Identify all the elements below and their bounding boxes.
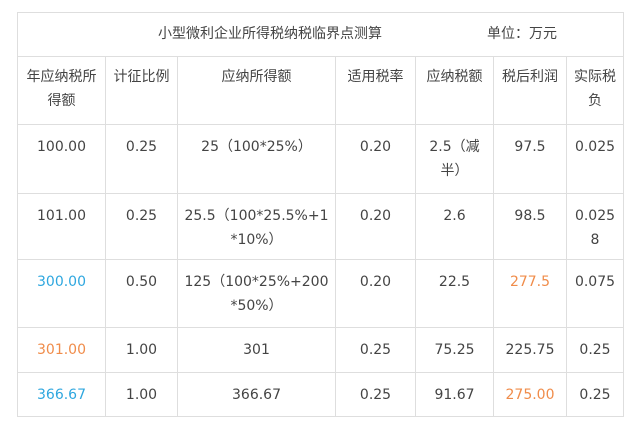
table-title-row: 小型微利企业所得税纳税临界点测算 单位：万元 bbox=[16, 12, 625, 57]
header-rate: 适用税率 bbox=[335, 56, 416, 125]
cell-ratio: 1.00 bbox=[105, 372, 178, 417]
header-taxable: 应纳所得额 bbox=[177, 56, 336, 125]
cell-income: 101.00 bbox=[17, 193, 106, 260]
table-row: 301.00 1.00 301 0.25 75.25 225.75 0.25 bbox=[17, 327, 625, 373]
header-burden: 实际税负 bbox=[565, 56, 625, 125]
table-unit: 单位：万元 bbox=[487, 26, 557, 42]
cell-taxable: 125（100*25%+200*50%） bbox=[177, 259, 336, 328]
header-tax: 应纳税额 bbox=[415, 56, 494, 125]
cell-ratio: 0.50 bbox=[105, 259, 178, 328]
cell-rate: 0.20 bbox=[335, 259, 416, 328]
cell-taxable: 366.67 bbox=[177, 372, 336, 417]
cell-burden: 0.075 bbox=[565, 259, 625, 328]
cell-profit: 97.5 bbox=[493, 124, 567, 194]
header-profit: 税后利润 bbox=[493, 56, 567, 125]
cell-burden: 0.25 bbox=[565, 372, 625, 417]
tax-threshold-table: 小型微利企业所得税纳税临界点测算 单位：万元 年应纳税所得额 计征比例 应纳所得… bbox=[16, 12, 625, 417]
tax-threshold-table-container: 小型微利企业所得税纳税临界点测算 单位：万元 年应纳税所得额 计征比例 应纳所得… bbox=[16, 12, 625, 417]
header-ratio: 计征比例 bbox=[105, 56, 178, 125]
table-header-row: 年应纳税所得额 计征比例 应纳所得额 适用税率 应纳税额 税后利润 实际税负 bbox=[17, 56, 625, 125]
cell-income-highlight: 301.00 bbox=[17, 327, 106, 373]
cell-income-highlight: 366.67 bbox=[17, 372, 106, 417]
cell-tax: 75.25 bbox=[415, 327, 494, 373]
cell-tax: 2.5（减半） bbox=[415, 124, 494, 194]
cell-taxable: 301 bbox=[177, 327, 336, 373]
cell-ratio: 0.25 bbox=[105, 193, 178, 260]
cell-ratio: 1.00 bbox=[105, 327, 178, 373]
table-row: 366.67 1.00 366.67 0.25 91.67 275.00 0.2… bbox=[17, 372, 625, 417]
cell-income-highlight: 300.00 bbox=[17, 259, 106, 328]
cell-burden: 0.0258 bbox=[565, 193, 625, 260]
header-income: 年应纳税所得额 bbox=[17, 56, 106, 125]
cell-burden: 0.025 bbox=[565, 124, 625, 194]
table-row: 300.00 0.50 125（100*25%+200*50%） 0.20 22… bbox=[17, 259, 625, 328]
cell-taxable: 25（100*25%） bbox=[177, 124, 336, 194]
table-row: 100.00 0.25 25（100*25%） 0.20 2.5（减半） 97.… bbox=[17, 124, 625, 194]
cell-tax: 91.67 bbox=[415, 372, 494, 417]
cell-profit: 98.5 bbox=[493, 193, 567, 260]
cell-burden: 0.25 bbox=[565, 327, 625, 373]
cell-rate: 0.25 bbox=[335, 372, 416, 417]
cell-rate: 0.20 bbox=[335, 193, 416, 260]
table-row: 101.00 0.25 25.5（100*25.5%+1*10%） 0.20 2… bbox=[17, 193, 625, 260]
cell-tax: 2.6 bbox=[415, 193, 494, 260]
cell-taxable: 25.5（100*25.5%+1*10%） bbox=[177, 193, 336, 260]
cell-rate: 0.25 bbox=[335, 327, 416, 373]
cell-profit-highlight: 275.00 bbox=[493, 372, 567, 417]
cell-income: 100.00 bbox=[17, 124, 106, 194]
cell-profit: 225.75 bbox=[493, 327, 567, 373]
cell-profit-highlight: 277.5 bbox=[493, 259, 567, 328]
cell-ratio: 0.25 bbox=[105, 124, 178, 194]
table-title-cell: 小型微利企业所得税纳税临界点测算 单位：万元 bbox=[16, 12, 625, 57]
cell-rate: 0.20 bbox=[335, 124, 416, 194]
cell-tax: 22.5 bbox=[415, 259, 494, 328]
table-title: 小型微利企业所得税纳税临界点测算 bbox=[158, 26, 382, 42]
